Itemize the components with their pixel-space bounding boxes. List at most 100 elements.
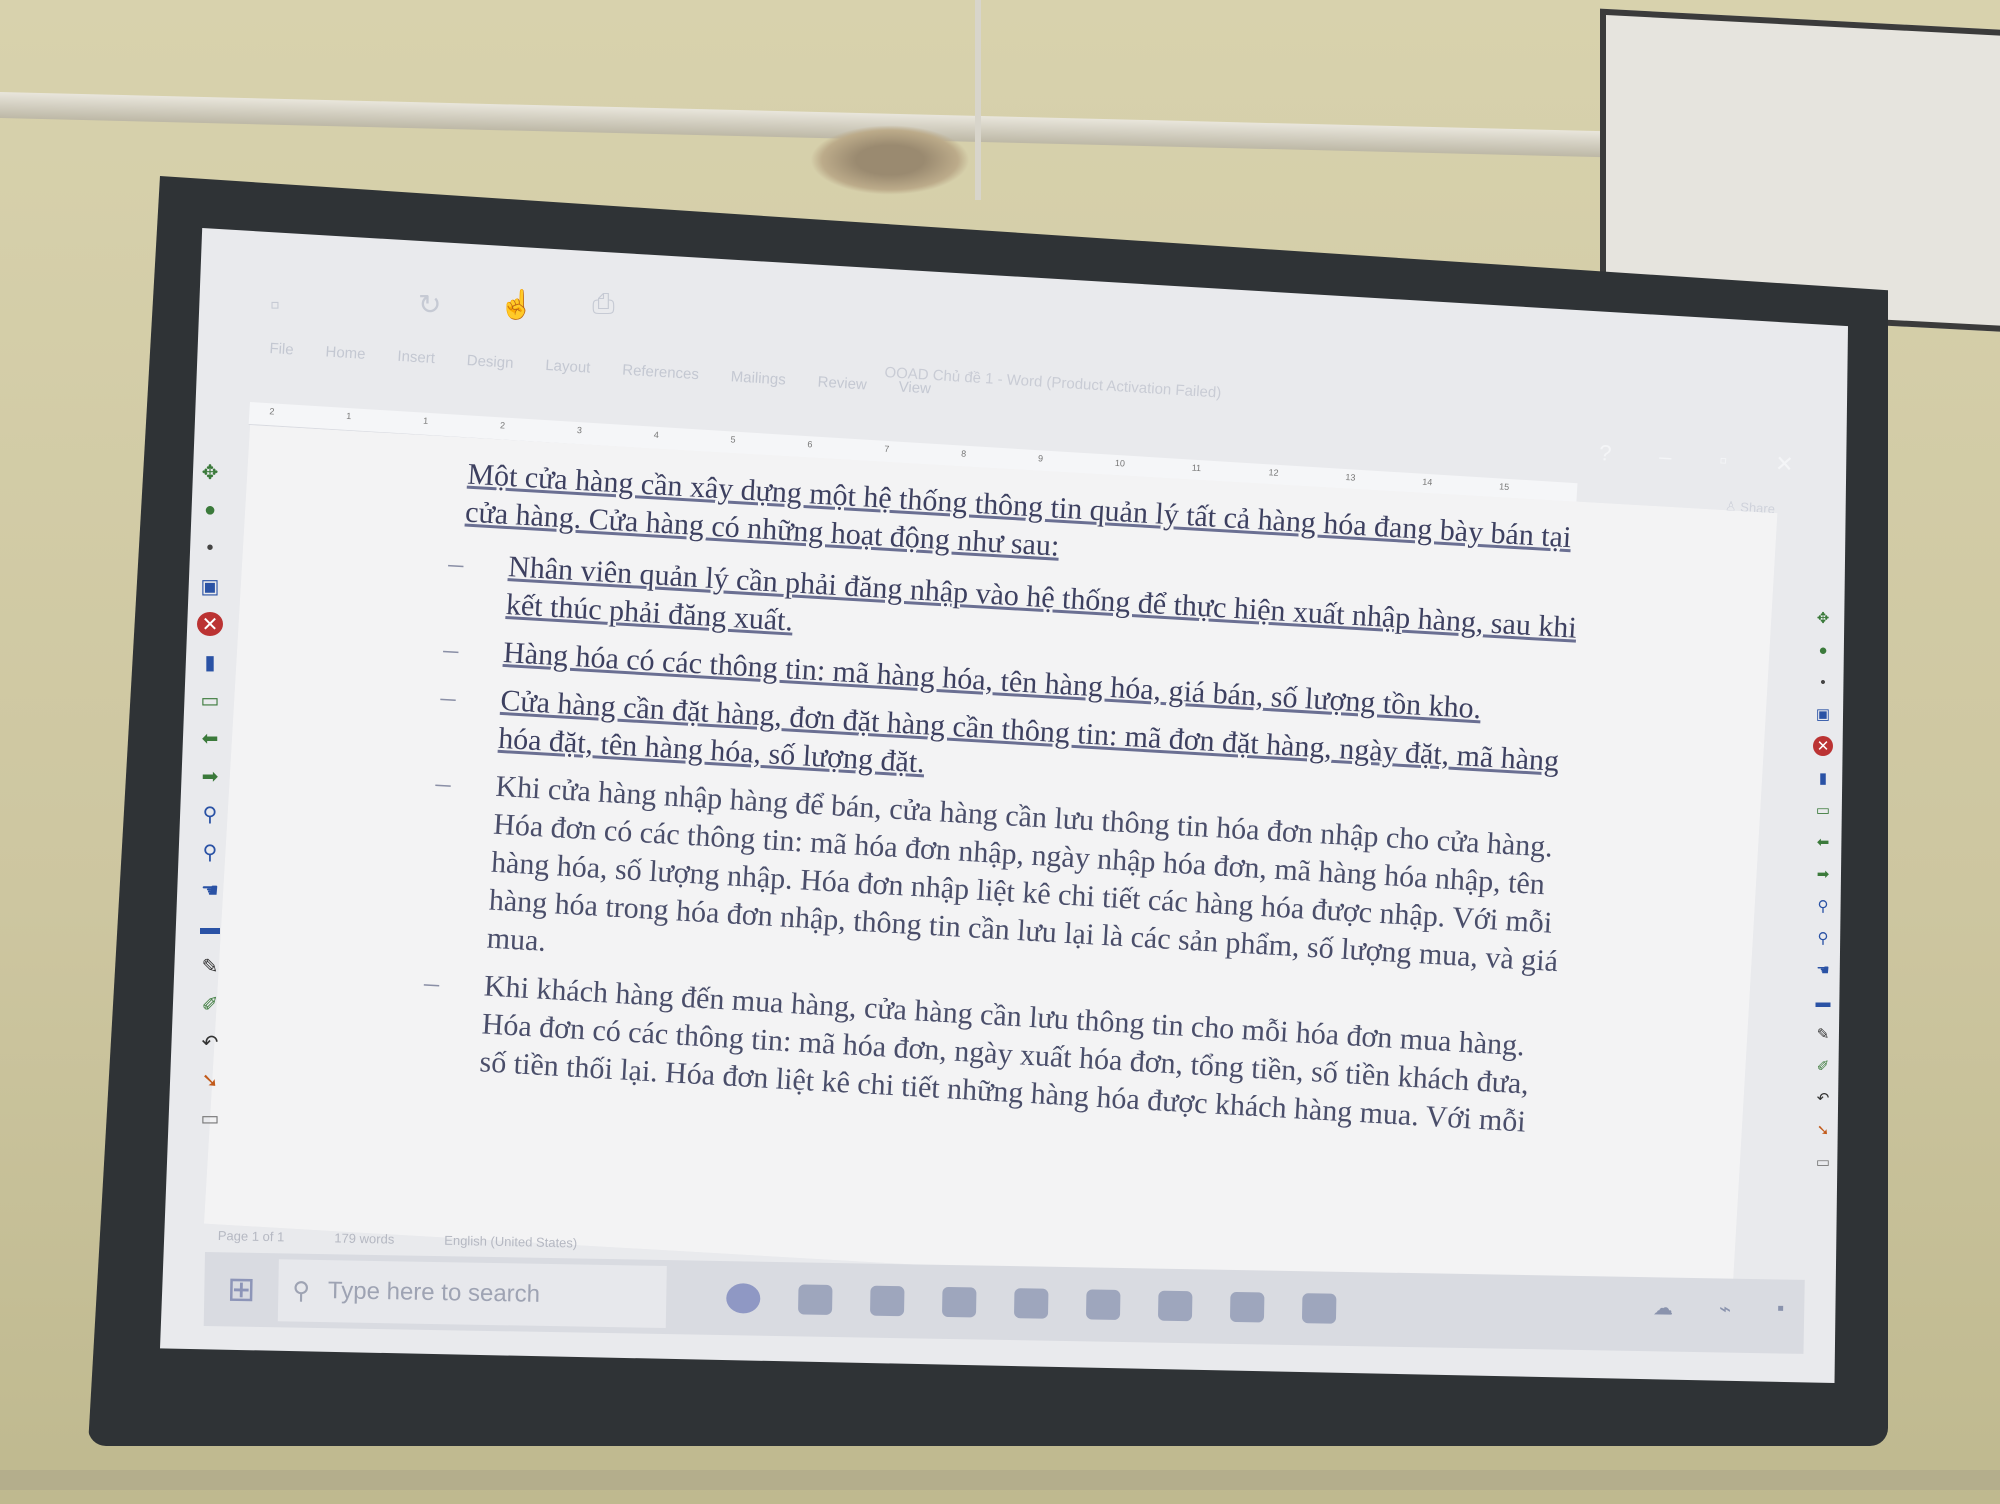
system-tray: ☁ ⌁ ▪ [1653, 1295, 1785, 1322]
app-icon[interactable] [1157, 1290, 1193, 1322]
tab-insert[interactable]: Insert [397, 348, 435, 367]
close-icon[interactable]: ✕ [197, 612, 223, 636]
close-button[interactable]: ✕ [1774, 451, 1794, 478]
ruler-number: 12 [1268, 467, 1279, 478]
windows-logo-icon: ⊞ [226, 1270, 256, 1309]
pointer-icon[interactable]: ➘ [197, 1068, 223, 1092]
cortana-icon[interactable] [726, 1283, 761, 1314]
hand-icon[interactable]: ☚ [1813, 960, 1833, 980]
pencil-icon[interactable]: ✐ [197, 992, 223, 1016]
ruler-number: 2 [499, 420, 506, 431]
tab-view[interactable]: View [898, 378, 931, 397]
save-icon[interactable]: ▣ [1813, 704, 1833, 724]
back-arrow-icon[interactable]: ⬅ [197, 726, 223, 750]
edge-icon[interactable] [869, 1285, 905, 1317]
taskbar-apps [726, 1283, 1337, 1324]
search-placeholder: Type here to search [327, 1277, 541, 1308]
redo-icon[interactable]: ↻ [418, 288, 441, 321]
ruler-number: 15 [1498, 481, 1510, 493]
ruler-number: 13 [1345, 472, 1356, 483]
pointer-icon[interactable]: ➘ [1813, 1120, 1833, 1140]
pen-icon[interactable]: ✎ [1813, 1024, 1833, 1044]
highlighter-icon[interactable]: ▬ [1813, 992, 1833, 1012]
ruler-number: 10 [1114, 457, 1126, 469]
task-view-icon[interactable] [798, 1284, 833, 1315]
board-toolbar-left: ✥ ● • ▣ ✕ ▮ ▭ ⬅ ➡ ⚲ ⚲ ☚ ▬ ✎ ✐ ↶ ➘ ▭ [190, 460, 230, 1130]
ruler-number: 6 [807, 439, 813, 450]
floor-rail [0, 1470, 2000, 1490]
zoom-out-icon[interactable]: ⚲ [1813, 928, 1833, 948]
page-icon[interactable]: ▮ [197, 650, 223, 674]
settings-icon[interactable]: ● [197, 498, 223, 522]
ruler-number: 3 [576, 425, 583, 436]
board-toolbar-right: ✥ ● • ▣ ✕ ▮ ▭ ⬅ ➡ ⚲ ⚲ ☚ ▬ ✎ ✐ ↶ ➘ ▭ [1806, 608, 1840, 1172]
ruler-number: 1 [422, 415, 429, 426]
eraser-icon[interactable]: ▭ [197, 1106, 223, 1130]
notification-icon[interactable]: ▪ [1777, 1297, 1784, 1322]
file-explorer-icon[interactable] [941, 1286, 977, 1318]
add-page-icon[interactable]: ▭ [1813, 800, 1833, 820]
tab-home[interactable]: Home [325, 343, 366, 362]
weather-icon[interactable]: ☁ [1653, 1295, 1673, 1320]
network-icon[interactable]: ⌁ [1719, 1296, 1731, 1321]
page-count[interactable]: Page 1 of 1 [217, 1228, 285, 1253]
eraser-icon[interactable]: ▭ [1813, 1152, 1833, 1172]
language-indicator[interactable]: English (United States) [444, 1233, 577, 1260]
start-button[interactable]: ⊞ [204, 1252, 279, 1327]
undo-icon[interactable]: ↶ [197, 1030, 223, 1054]
ruler-number: 9 [1037, 453, 1044, 464]
document-page[interactable]: Một cửa hàng cần xây dựng một hệ thống t… [204, 425, 1778, 1312]
dot-icon[interactable]: • [197, 536, 223, 560]
chrome-icon[interactable] [1085, 1289, 1121, 1320]
tab-layout[interactable]: Layout [545, 357, 591, 377]
save-icon[interactable]: ▫ [270, 289, 280, 321]
pencil-icon[interactable]: ✐ [1813, 1056, 1833, 1076]
zoom-out-icon[interactable]: ⚲ [197, 840, 223, 864]
search-icon: ⚲ [292, 1277, 311, 1305]
save-icon[interactable]: ▣ [197, 574, 223, 598]
zoom-in-icon[interactable]: ⚲ [1813, 896, 1833, 916]
pen-icon[interactable]: ✎ [197, 954, 223, 978]
bullet-list: Nhân viên quản lý cần phải đăng nhập vào… [433, 545, 1582, 1143]
coiled-cable [810, 125, 970, 195]
forward-arrow-icon[interactable]: ➡ [1813, 864, 1833, 884]
help-button[interactable]: ? [1598, 440, 1612, 467]
ruler-number: 1 [346, 410, 352, 422]
close-icon[interactable]: ✕ [1813, 736, 1833, 756]
add-page-icon[interactable]: ▭ [197, 688, 223, 712]
ruler-number: 11 [1191, 462, 1202, 474]
pen-app-icon[interactable] [1301, 1293, 1337, 1324]
undo-icon[interactable]: ↶ [1813, 1088, 1833, 1108]
ruler-number: 4 [653, 429, 660, 441]
ruler-number: 8 [960, 448, 967, 459]
quick-access-toolbar: ▫ ↻ ☝ ⎙ [270, 288, 615, 321]
cable [975, 0, 981, 200]
settings-icon[interactable]: ● [1813, 640, 1833, 660]
tab-design[interactable]: Design [466, 352, 514, 372]
tab-file[interactable]: File [269, 340, 294, 358]
ruler-number: 14 [1422, 476, 1433, 488]
tab-mailings[interactable]: Mailings [730, 368, 786, 388]
word-icon[interactable] [1229, 1291, 1265, 1323]
minimize-button[interactable]: – [1659, 444, 1673, 471]
ruler-number: 2 [269, 406, 275, 417]
zoom-in-icon[interactable]: ⚲ [197, 802, 223, 826]
hand-icon[interactable]: ☚ [197, 878, 223, 902]
highlighter-icon[interactable]: ▬ [197, 916, 223, 940]
document-body[interactable]: Một cửa hàng cần xây dựng một hệ thống t… [432, 456, 1587, 1153]
word-count[interactable]: 179 words [334, 1230, 394, 1255]
store-icon[interactable] [1013, 1288, 1049, 1319]
ruler-number: 5 [730, 434, 736, 445]
dot-icon[interactable]: • [1813, 672, 1833, 692]
move-icon[interactable]: ✥ [1813, 608, 1833, 628]
ruler-number: 7 [884, 443, 890, 455]
restore-button[interactable]: ▫ [1719, 447, 1728, 473]
back-arrow-icon[interactable]: ⬅ [1813, 832, 1833, 852]
page-icon[interactable]: ▮ [1813, 768, 1833, 788]
taskbar-search[interactable]: ⚲ Type here to search [277, 1259, 667, 1329]
touch-mode-icon[interactable]: ☝ [499, 288, 534, 321]
forward-arrow-icon[interactable]: ➡ [197, 764, 223, 788]
print-preview-icon[interactable]: ⎙ [592, 288, 614, 321]
tab-review[interactable]: Review [817, 374, 867, 394]
move-icon[interactable]: ✥ [197, 460, 223, 484]
